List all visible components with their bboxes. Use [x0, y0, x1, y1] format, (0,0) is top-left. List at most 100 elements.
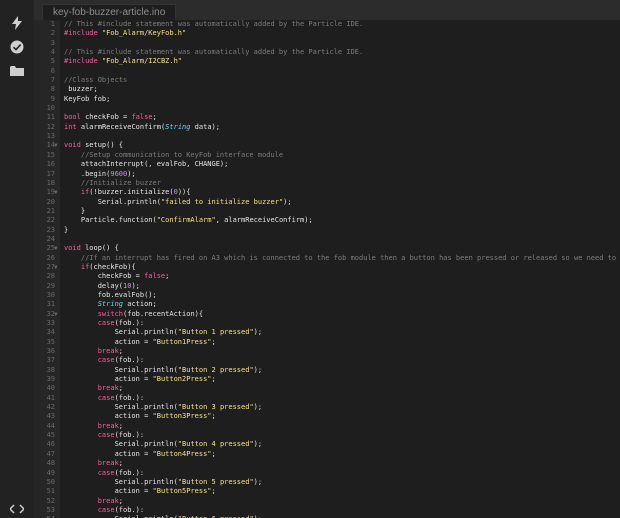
code-line[interactable]: 43 action = "Button3Press";: [47, 412, 620, 421]
code-line[interactable]: 22 Particle.function("ConfirmAlarm", ala…: [47, 216, 620, 225]
code-text: // This #include statement was automatic…: [64, 48, 364, 57]
line-number: 51: [46, 487, 55, 496]
code-line[interactable]: 3: [51, 39, 620, 48]
code-text: attachInterrupt(, evalFob, CHANGE);: [64, 160, 229, 169]
code-line[interactable]: 34 Serial.println("Button 1 pressed");: [47, 328, 620, 337]
line-number: 28: [46, 272, 55, 281]
folder-icon[interactable]: [8, 62, 26, 80]
code-line[interactable]: 45 case(fob.):: [47, 431, 620, 440]
code-line[interactable]: 28 checkFob = false;: [47, 272, 620, 281]
fold-arrow-icon[interactable]: ▼: [54, 188, 58, 197]
line-number: 12: [46, 122, 55, 131]
line-number: 45: [46, 431, 55, 440]
code-line[interactable]: 17 .begin(9600);: [47, 170, 620, 179]
code-line[interactable]: 48 break;: [47, 459, 620, 468]
code-line[interactable]: 18 //Initialize buzzer: [47, 179, 620, 188]
code-line[interactable]: 47 action = "Button4Press";: [47, 449, 620, 459]
code-line[interactable]: 21 }: [47, 207, 620, 216]
line-number: 35: [46, 337, 55, 346]
fold-arrow-icon[interactable]: ▼: [54, 310, 58, 319]
code-text: checkFob = false;: [64, 272, 170, 281]
code-line[interactable]: 13: [47, 132, 620, 141]
code-line[interactable]: 24: [47, 235, 620, 244]
code-line[interactable]: 16 attachInterrupt(, evalFob, CHANGE);: [47, 160, 620, 169]
line-number: 17: [46, 169, 55, 178]
line-number: 10: [46, 104, 55, 113]
code-line[interactable]: 7 //Class Objects: [51, 76, 620, 85]
line-number: 36: [46, 347, 55, 356]
code-line[interactable]: 6: [51, 67, 620, 76]
line-number: 26: [46, 253, 55, 262]
code-area[interactable]: 1 // This #include statement was automati…: [47, 20, 620, 518]
fold-arrow-icon[interactable]: ▼: [54, 141, 58, 150]
code-line[interactable]: 35 action = "Button1Press";: [47, 338, 620, 347]
code-line[interactable]: 32 ▼ switch(fob.recentAction){: [47, 309, 620, 319]
line-number: 30: [46, 290, 55, 299]
code-line[interactable]: 38 Serial.println("Button 2 pressed");: [47, 365, 620, 375]
fold-arrow-icon[interactable]: ▼: [54, 244, 58, 253]
line-number: 9: [50, 94, 55, 103]
code-line[interactable]: 19 ▼ if(!buzzer.initialize(0)){: [47, 188, 620, 197]
code-text: case(fob.):: [97, 356, 145, 365]
line-number: 50: [46, 477, 55, 486]
code-line[interactable]: 49 case(fob.):: [47, 469, 620, 478]
code-text: Serial.println("Button 2 pressed");: [64, 365, 263, 374]
code-line[interactable]: 51 action = "Button5Press";: [47, 487, 620, 496]
code-line[interactable]: 15 //Setup communication to KeyFob inter…: [47, 150, 620, 160]
line-number: 1: [50, 20, 55, 28]
code-line[interactable]: 30 fob.evalFob();: [47, 291, 620, 300]
code-text: case(fob.):: [97, 505, 145, 514]
code-line[interactable]: 25 ▼ void loop() {: [47, 244, 620, 253]
code-line[interactable]: 29 delay(10);: [47, 282, 620, 291]
code-text: break;: [97, 384, 124, 393]
code-line[interactable]: 40 break;: [47, 384, 620, 393]
code-line[interactable]: 1 // This #include statement was automati…: [51, 20, 620, 29]
code-line[interactable]: 9 KeyFob fob;: [51, 95, 620, 104]
code-line[interactable]: 39 action = "Button2Press";: [47, 375, 620, 384]
code-line[interactable]: 2 #include "Fob_Alarm/KeyFob.h": [51, 29, 620, 38]
line-number: 25: [46, 244, 55, 253]
code-line[interactable]: 20 Serial.println("failed to initialize …: [47, 198, 620, 207]
code-text: break;: [97, 459, 124, 468]
code-line[interactable]: 12 int alarmReceiveConfirm(String data);: [47, 123, 620, 132]
tab-file[interactable]: key-fob-buzzer-article.ino: [42, 4, 177, 21]
code-line[interactable]: 27 ▼ if(checkFob){: [47, 263, 620, 272]
code-line[interactable]: 26 //If an interrupt has fired on A3 whi…: [47, 253, 620, 263]
code-icon[interactable]: [8, 500, 26, 518]
check-circle-icon[interactable]: [8, 38, 26, 56]
code-line[interactable]: 44 break;: [47, 421, 620, 431]
code-text: //If an interrupt has fired on A3 which …: [80, 253, 620, 262]
fold-arrow-icon[interactable]: ▼: [54, 263, 58, 272]
code-editor[interactable]: 1 // This #include statement was automati…: [34, 20, 620, 518]
line-number: 40: [46, 384, 55, 393]
code-text: if(!buzzer.initialize(0)){: [80, 188, 191, 197]
line-number: 29: [46, 281, 55, 290]
flash-icon[interactable]: [8, 14, 26, 32]
code-line[interactable]: 10: [47, 104, 620, 113]
code-text: // This #include statement was automatic…: [64, 20, 364, 28]
code-text: action = "Button5Press";: [64, 487, 216, 496]
code-text: action = "Button4Press";: [64, 449, 216, 458]
code-text: switch(fob.recentAction){: [97, 309, 204, 318]
code-text: case(fob.):: [97, 319, 145, 327]
code-line[interactable]: 52 break;: [47, 497, 620, 506]
code-text: void setup() {: [64, 141, 124, 150]
code-line[interactable]: 14 ▼ void setup() {: [47, 141, 620, 150]
code-line[interactable]: 50 Serial.println("Button 5 pressed");: [47, 478, 620, 487]
code-line[interactable]: 5 #include "Fob_Alarm/I2CBZ.h": [51, 57, 620, 66]
code-line[interactable]: 23}: [47, 226, 620, 235]
code-line[interactable]: 41 case(fob.):: [47, 394, 620, 403]
code-line[interactable]: 8 buzzer;: [51, 85, 620, 94]
code-line[interactable]: 11 bool checkFob = false;: [47, 113, 620, 122]
code-line[interactable]: 31 String action;: [47, 300, 620, 309]
code-text: action = "Button2Press";: [64, 375, 216, 384]
code-line[interactable]: 36 break;: [47, 347, 620, 356]
code-line[interactable]: 42 Serial.println("Button 3 pressed");: [47, 403, 620, 412]
code-line[interactable]: 37 case(fob.):: [47, 356, 620, 365]
code-text: //Setup communication to KeyFob interfac…: [80, 150, 284, 159]
code-line[interactable]: 46 Serial.println("Button 4 pressed");: [47, 440, 620, 449]
code-line[interactable]: 4 // This #include statement was automati…: [51, 48, 620, 57]
code-text: break;: [97, 421, 124, 430]
code-line[interactable]: 53 case(fob.):: [47, 505, 620, 515]
code-line[interactable]: 33 case(fob.):: [47, 319, 620, 328]
